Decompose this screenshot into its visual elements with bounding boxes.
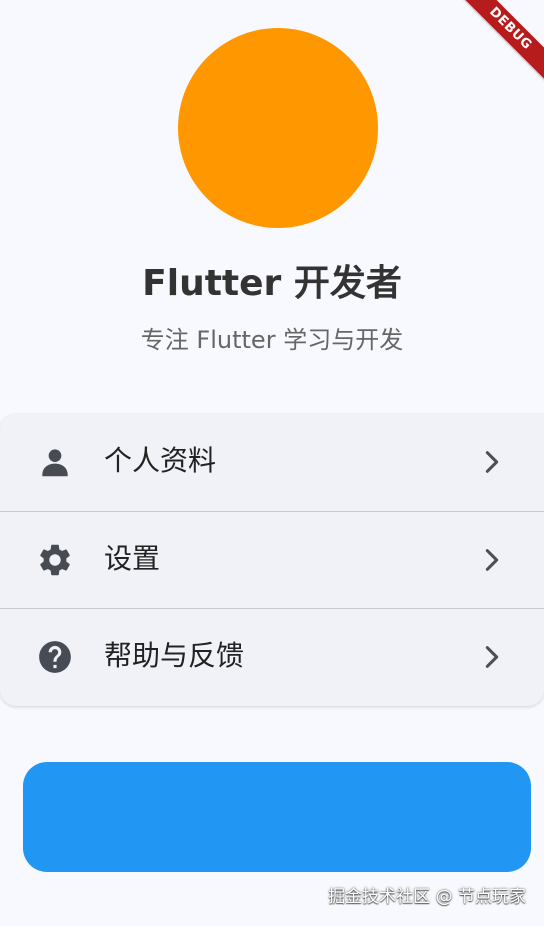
menu-item-profile[interactable]: 个人资料 — [0, 414, 544, 511]
debug-banner: DEBUG — [444, 0, 544, 100]
menu-item-settings[interactable]: 设置 — [0, 511, 544, 609]
profile-subtitle: 专注 Flutter 学习与开发 — [140, 326, 404, 354]
primary-action-button[interactable] — [23, 762, 531, 872]
menu-item-settings-label: 设置 — [104, 542, 161, 575]
gear-icon — [40, 544, 70, 576]
debug-ribbon: DEBUG — [452, 0, 544, 87]
chevron-right-icon — [485, 646, 499, 668]
menu-item-help[interactable]: 帮助与反馈 — [0, 608, 544, 706]
profile-name: Flutter 开发者 — [142, 263, 402, 304]
watermark-text: 掘金技术社区 @ 节点玩家 — [328, 887, 526, 907]
chevron-right-icon — [485, 451, 499, 473]
settings-menu: 个人资料 设置 帮助与反馈 — [0, 414, 544, 706]
person-icon — [42, 449, 68, 477]
chevron-right-icon — [485, 549, 499, 571]
menu-item-help-label: 帮助与反馈 — [104, 639, 245, 672]
avatar — [178, 28, 378, 228]
menu-item-profile-label: 个人资料 — [104, 444, 217, 477]
help-icon — [39, 641, 71, 673]
app-screen: DEBUG Flutter 开发者 专注 Flutter 学习与开发 个人资料 … — [0, 0, 544, 926]
